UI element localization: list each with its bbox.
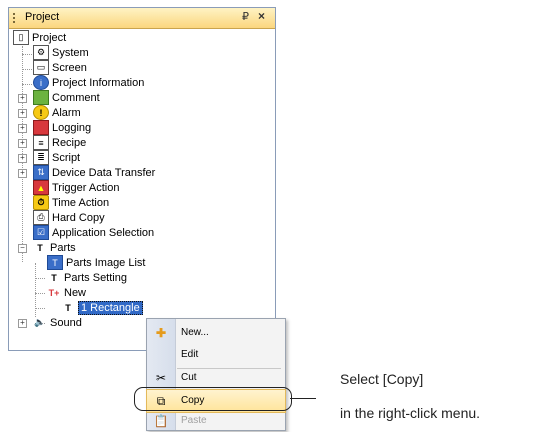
expand-sound-icon[interactable]: +: [18, 319, 27, 328]
screen-icon: ▭: [33, 60, 49, 75]
time-action-icon: ⏱: [33, 195, 49, 210]
tree-item-label: Recipe: [52, 136, 87, 149]
rectangle-part-icon: T: [65, 302, 71, 313]
tree-item-device-data-transfer[interactable]: ⇅ Device Data Transfer: [33, 165, 155, 180]
tree-item-alarm[interactable]: ! Alarm: [33, 105, 81, 120]
device-data-transfer-icon: ⇅: [33, 165, 49, 180]
new-icon: ✚: [155, 326, 167, 340]
tree-item-label: System: [52, 46, 89, 59]
copy-callout-ring: [134, 387, 292, 411]
logging-icon: [33, 120, 49, 135]
info-icon: i: [33, 75, 49, 90]
tree-item-logging[interactable]: Logging: [33, 120, 91, 135]
project-root-icon: ▯: [13, 30, 29, 45]
tree-item-recipe[interactable]: ≡ Recipe: [33, 135, 86, 150]
application-selection-icon: ☑: [33, 225, 49, 240]
expand-device-data-transfer-icon[interactable]: +: [18, 169, 27, 178]
tree-item-application-selection[interactable]: ☑ Application Selection: [33, 225, 154, 240]
close-icon[interactable]: ×: [258, 9, 265, 23]
expand-alarm-icon[interactable]: +: [18, 109, 27, 118]
expand-script-icon[interactable]: +: [18, 154, 27, 163]
tree-item-label: Trigger Action: [52, 181, 120, 194]
tree-item-project-information[interactable]: i Project Information: [33, 75, 144, 90]
new-part-icon: T+: [48, 287, 60, 298]
hard-copy-icon: ⎙: [33, 210, 49, 225]
script-icon: ≣: [33, 150, 49, 165]
panel-title: Project: [25, 11, 60, 23]
tree-item-parts-setting[interactable]: T Parts Setting: [47, 270, 127, 285]
trigger-action-icon: ▲: [33, 180, 49, 195]
sound-icon: 🔈: [34, 317, 46, 327]
callout-leader-line: [290, 398, 316, 399]
collapse-parts-icon[interactable]: −: [18, 244, 27, 253]
tree-item-label: 1 Rectangle: [78, 300, 143, 315]
tree-item-project[interactable]: ▯ Project: [13, 30, 66, 45]
expand-recipe-icon[interactable]: +: [18, 139, 27, 148]
menu-item-label: Edit: [181, 349, 199, 360]
menu-item-label: Paste: [181, 415, 207, 426]
context-menu: ✚ New... Edit ✂ Cut ⧉ Copy 📋 Paste: [146, 318, 286, 431]
parts-image-list-icon: T: [47, 255, 63, 270]
tree-item-label: Logging: [52, 121, 92, 134]
tree-item-label: Script: [52, 151, 81, 164]
tree-item-label: Sound: [50, 316, 82, 329]
tree-item-label: Hard Copy: [52, 211, 105, 224]
alarm-icon: !: [33, 105, 49, 120]
tree-item-system[interactable]: ⚙ System: [33, 45, 89, 60]
project-tree: ▯ Project ⚙ System ▭ Screen i Project In…: [9, 30, 275, 350]
annotation-line-1: Select [Copy]: [340, 371, 424, 387]
comment-icon: [33, 90, 49, 105]
tree-item-label: Time Action: [52, 196, 110, 209]
tree-item-script[interactable]: ≣ Script: [33, 150, 80, 165]
tree-item-label: Alarm: [52, 106, 81, 119]
pin-icon[interactable]: ₽: [242, 10, 249, 23]
scissors-icon: ✂: [155, 371, 167, 385]
tree-item-parts-image-list[interactable]: T Parts Image List: [47, 255, 145, 270]
tree-item-trigger-action[interactable]: ▲ Trigger Action: [33, 180, 119, 195]
menu-item-label: Cut: [181, 372, 197, 383]
expand-comment-icon[interactable]: +: [18, 94, 27, 103]
menu-item-new[interactable]: ✚ New...: [147, 322, 285, 344]
tree-item-label: Screen: [52, 61, 87, 74]
tree-item-sound[interactable]: 🔈 Sound: [33, 315, 82, 330]
tree-item-label: Comment: [52, 91, 100, 104]
tree-item-label: Application Selection: [52, 226, 155, 239]
tree-item-time-action[interactable]: ⏱ Time Action: [33, 195, 109, 210]
tree-item-label: Parts: [50, 241, 76, 254]
tree-item-new[interactable]: T+ New: [47, 285, 86, 300]
tree-item-label: Parts Setting: [64, 271, 127, 284]
parts-icon: T: [37, 242, 43, 253]
tree-item-label: Project: [32, 31, 67, 44]
tree-item-label: Project Information: [52, 76, 145, 89]
tree-item-label: New: [64, 286, 87, 299]
expand-logging-icon[interactable]: +: [18, 124, 27, 133]
tree-item-label: Device Data Transfer: [52, 166, 156, 179]
grip-handle-icon[interactable]: [13, 13, 17, 23]
tree-item-comment[interactable]: Comment: [33, 90, 100, 105]
menu-item-cut[interactable]: ✂ Cut: [147, 367, 285, 389]
panel-header: Project ₽ ×: [9, 8, 275, 29]
menu-item-edit[interactable]: Edit: [147, 344, 285, 366]
parts-setting-icon: T: [51, 272, 57, 283]
tree-item-screen[interactable]: ▭ Screen: [33, 60, 87, 75]
menu-item-label: New...: [181, 327, 209, 338]
tree-item-hard-copy[interactable]: ⎙ Hard Copy: [33, 210, 105, 225]
annotation-line-2: in the right-click menu.: [340, 405, 481, 421]
tree-item-rectangle[interactable]: T 1 Rectangle: [61, 300, 143, 315]
tree-item-label: Parts Image List: [66, 256, 146, 269]
system-icon: ⚙: [33, 45, 49, 60]
project-panel: Project ₽ × ▯ Project ⚙ System ▭ Screen …: [8, 7, 276, 351]
tree-item-parts[interactable]: T Parts: [33, 240, 76, 255]
paste-icon: 📋: [153, 414, 169, 428]
recipe-icon: ≡: [33, 135, 49, 150]
